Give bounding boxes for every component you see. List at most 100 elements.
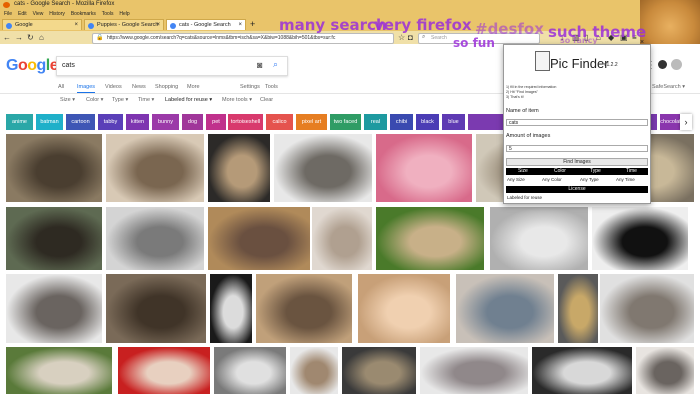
tool-time[interactable]: Time ▾ <box>138 97 154 103</box>
amount-field[interactable]: 5 <box>506 145 648 152</box>
image-result[interactable] <box>6 274 102 343</box>
image-result[interactable] <box>6 207 102 270</box>
search-icon[interactable]: ⌕ <box>273 59 278 70</box>
find-images-button[interactable]: Find Images <box>506 158 648 166</box>
image-result[interactable] <box>274 134 372 202</box>
notifications-icon[interactable] <box>658 60 667 69</box>
image-result[interactable] <box>6 134 102 202</box>
image-result[interactable] <box>312 207 372 270</box>
chip-calico[interactable]: calico <box>266 114 293 130</box>
type-select[interactable]: Any Type <box>580 177 599 182</box>
menu-view[interactable]: View <box>33 11 44 17</box>
menu-bookmarks[interactable]: Bookmarks <box>71 11 96 17</box>
close-tab-icon[interactable]: × <box>74 20 78 30</box>
tool-clear[interactable]: Clear <box>260 97 273 103</box>
menu-help[interactable]: Help <box>119 11 129 17</box>
close-tab-icon[interactable]: × <box>238 20 242 30</box>
image-result[interactable] <box>456 274 554 343</box>
chip-kitten[interactable]: kitten <box>126 114 149 130</box>
image-result[interactable] <box>210 274 252 343</box>
chip-pet[interactable]: pet <box>206 114 226 130</box>
google-search-box[interactable]: cats ◙ ⌕ <box>56 56 288 76</box>
image-result[interactable] <box>256 274 352 343</box>
image-result[interactable] <box>376 207 484 270</box>
chip-real[interactable]: real <box>364 114 387 130</box>
image-result[interactable] <box>342 347 416 394</box>
image-result[interactable] <box>532 347 632 394</box>
tab-news[interactable]: News <box>132 84 146 90</box>
chip-chibi[interactable]: chibi <box>390 114 413 130</box>
image-result[interactable] <box>558 274 598 343</box>
image-result[interactable] <box>420 347 528 394</box>
chip-tortoiseshell[interactable]: tortoiseshell <box>228 114 263 130</box>
menu-file[interactable]: File <box>4 11 12 17</box>
tab-more[interactable]: More <box>187 84 200 90</box>
pic-finder-logo-icon <box>535 51 550 71</box>
chip-anime[interactable]: anime <box>6 114 33 130</box>
col-color: Color <box>554 168 566 174</box>
bookmark-star-icon[interactable]: ☆ <box>398 33 405 42</box>
tab-shopping[interactable]: Shopping <box>155 84 178 90</box>
camera-icon[interactable]: ◙ <box>257 60 262 70</box>
col-size: Size <box>518 168 528 174</box>
image-result[interactable] <box>490 207 588 270</box>
time-select[interactable]: Any Time <box>616 177 635 182</box>
size-select[interactable]: Any Size <box>507 177 525 182</box>
tab-cats[interactable]: cats - Google Search × <box>166 19 246 30</box>
image-result[interactable] <box>376 134 472 202</box>
license-select[interactable]: Labeled for reuse <box>507 195 542 200</box>
chip-batman[interactable]: batman <box>36 114 63 130</box>
chip-bunny[interactable]: bunny <box>152 114 179 130</box>
tool-color[interactable]: Color ▾ <box>86 97 103 103</box>
home-icon[interactable]: ⌂ <box>39 33 44 42</box>
tools-link[interactable]: Tools <box>265 84 278 90</box>
image-result[interactable] <box>636 347 694 394</box>
image-result[interactable] <box>118 347 210 394</box>
menu-history[interactable]: History <box>49 11 65 17</box>
image-result[interactable] <box>106 207 204 270</box>
url-bar[interactable]: 🔒 https://www.google.com/search?q=cats&s… <box>92 33 394 44</box>
tab-all[interactable]: All <box>58 84 64 90</box>
chip-two-faced[interactable]: two faced <box>330 114 361 130</box>
chip-dog[interactable]: dog <box>182 114 203 130</box>
image-result[interactable] <box>6 347 112 394</box>
chip-cartoon[interactable]: cartoon <box>66 114 95 130</box>
color-select[interactable]: Any Color <box>542 177 562 182</box>
close-tab-icon[interactable]: × <box>156 20 160 30</box>
avatar[interactable] <box>671 59 682 70</box>
new-tab-button[interactable]: + <box>250 19 255 29</box>
image-result[interactable] <box>208 207 310 270</box>
reload-icon[interactable]: ↻ <box>27 33 34 42</box>
image-result[interactable] <box>592 207 688 270</box>
google-search-input[interactable]: cats <box>62 62 75 69</box>
tool-type[interactable]: Type ▾ <box>112 97 128 103</box>
forward-icon[interactable]: → <box>15 33 23 42</box>
close-icon[interactable]: × <box>640 39 644 46</box>
chip-tabby[interactable]: tabby <box>98 114 123 130</box>
chip-black[interactable]: black <box>416 114 439 130</box>
pocket-icon[interactable]: ◘ <box>408 33 413 42</box>
image-result[interactable] <box>106 274 206 343</box>
image-result[interactable] <box>358 274 450 343</box>
tool-size[interactable]: Size ▾ <box>60 97 75 103</box>
tab-puppies[interactable]: Puppies - Google Search × <box>84 19 164 30</box>
image-result[interactable] <box>106 134 204 202</box>
chevron-right-icon[interactable]: › <box>680 114 692 130</box>
chip-blue[interactable]: blue <box>442 114 465 130</box>
google-logo[interactable]: Google <box>6 57 59 75</box>
image-result[interactable] <box>290 347 338 394</box>
safesearch-toggle[interactable]: SafeSearch ▾ <box>652 84 685 90</box>
tool-more-tools[interactable]: More tools ▾ <box>222 97 252 103</box>
image-result[interactable] <box>600 274 694 343</box>
image-result[interactable] <box>214 347 286 394</box>
menu-edit[interactable]: Edit <box>18 11 27 17</box>
image-result[interactable] <box>208 134 270 202</box>
menu-tools[interactable]: Tools <box>102 11 114 17</box>
name-field[interactable]: cats <box>506 119 648 126</box>
tab-google[interactable]: Google × <box>2 19 82 30</box>
tool-usage-rights[interactable]: Labeled for reuse ▾ <box>165 97 212 103</box>
tab-videos[interactable]: Videos <box>105 84 122 90</box>
back-icon[interactable]: ← <box>3 33 11 42</box>
chip-pixel-art[interactable]: pixel art <box>296 114 327 130</box>
settings-link[interactable]: Settings <box>240 84 260 90</box>
